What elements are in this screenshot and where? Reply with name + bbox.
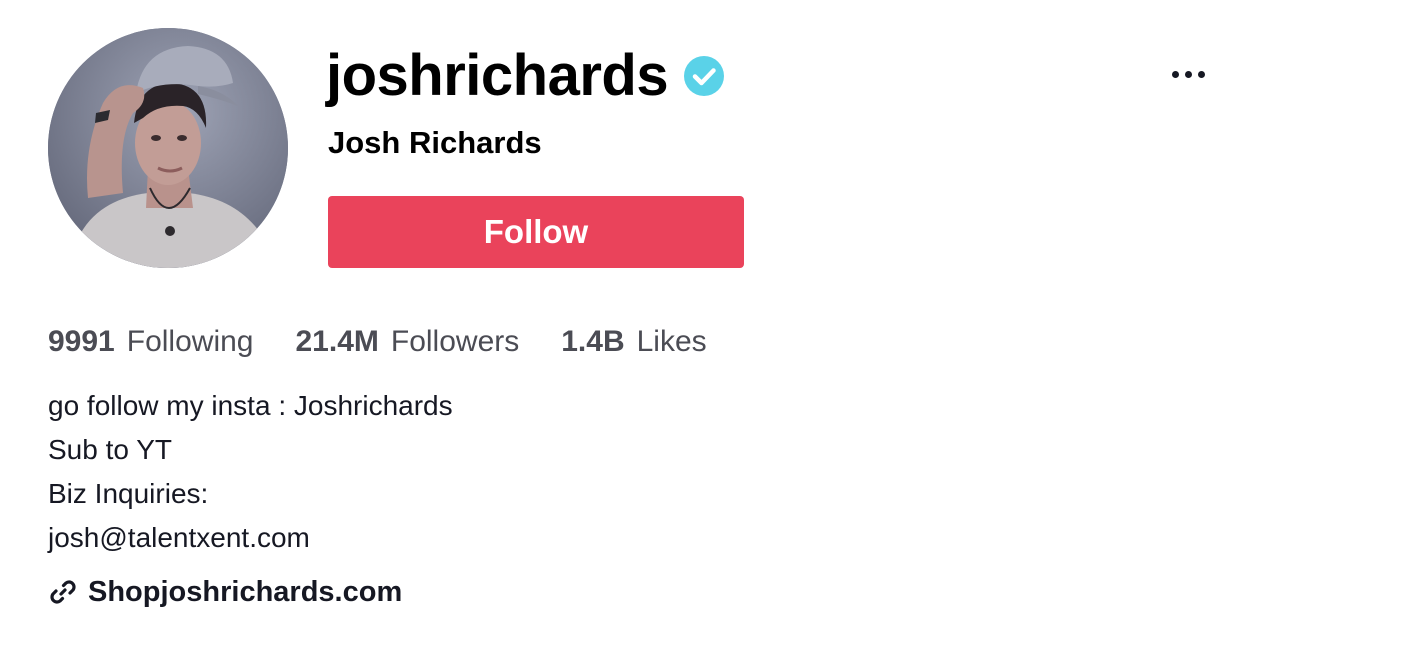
more-horizontal-icon-dot <box>1184 70 1192 78</box>
stat-value: 21.4M <box>295 325 379 358</box>
stat-value: 1.4B <box>561 325 625 358</box>
avatar[interactable] <box>48 28 288 268</box>
follow-button[interactable]: Follow <box>328 196 744 268</box>
more-horizontal-icon <box>1171 70 1179 78</box>
bio-line: go follow my insta : Joshrichards <box>48 390 453 421</box>
stat-likes: 1.4B Likes <box>561 320 706 364</box>
bio-link-text[interactable]: Shopjoshrichards.com <box>88 576 402 609</box>
stat-label: Likes <box>636 325 707 358</box>
avatar-image <box>48 28 288 268</box>
verified-badge-icon <box>684 56 725 96</box>
bio-link[interactable]: Shopjoshrichards.com <box>48 570 402 614</box>
link-icon <box>48 577 78 607</box>
more-horizontal-icon-dot <box>1197 70 1205 78</box>
profile-header: joshrichards Josh Richards Follow 9991 F… <box>0 0 1402 650</box>
stat-label: Following <box>126 325 254 358</box>
stat-label: Followers <box>390 325 520 358</box>
profile-stats: 9991 Following 21.4M Followers 1.4B Like… <box>48 320 749 364</box>
username: joshrichards <box>326 43 669 108</box>
username-row: joshrichards <box>326 36 725 116</box>
bio-line: Sub to YT <box>48 434 173 465</box>
bio: go follow my insta : Joshrichards Sub to… <box>48 384 453 560</box>
bio-line: Biz Inquiries: <box>48 478 209 509</box>
stat-value: 9991 <box>48 325 115 358</box>
stat-following[interactable]: 9991 Following <box>48 320 253 364</box>
stat-followers[interactable]: 21.4M Followers <box>295 320 519 364</box>
bio-line: josh@talentxent.com <box>48 522 310 553</box>
display-name: Josh Richards <box>328 125 542 160</box>
more-options-button[interactable] <box>1160 58 1216 90</box>
